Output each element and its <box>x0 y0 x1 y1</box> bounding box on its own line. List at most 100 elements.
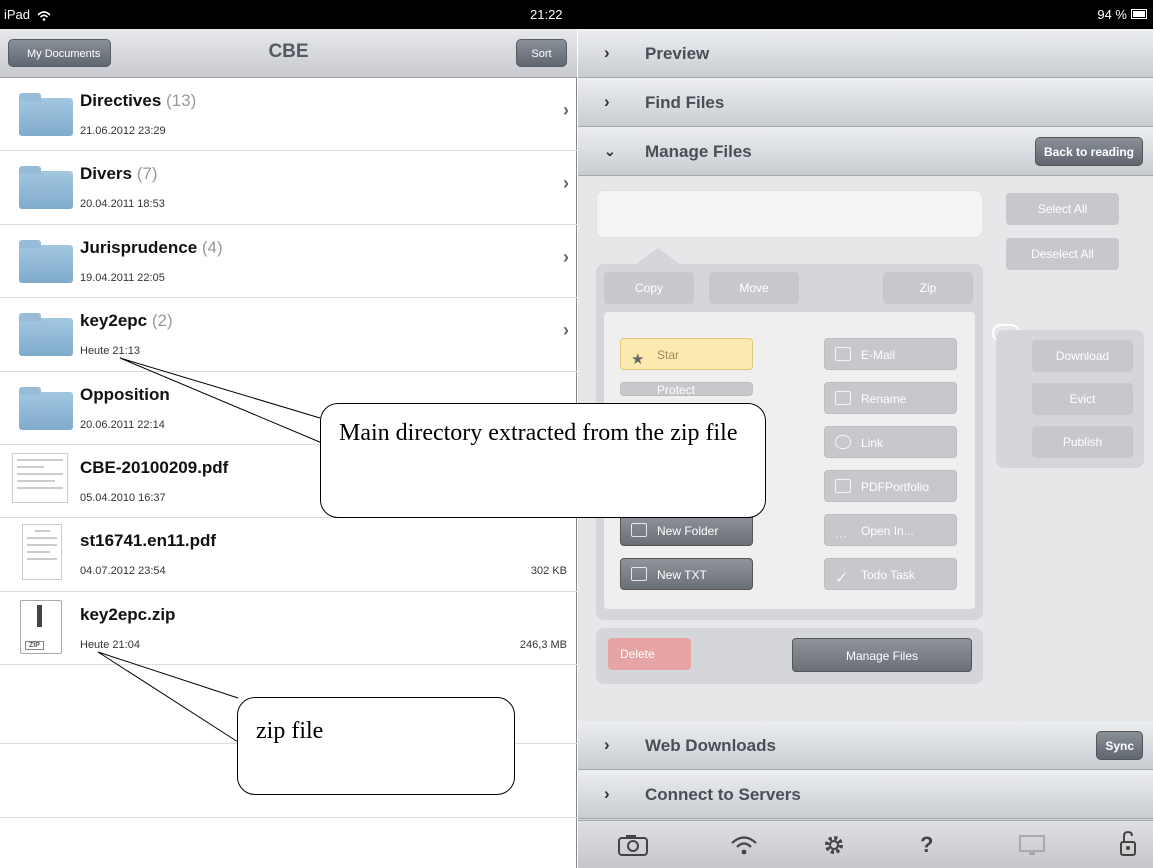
item-name: CBE-20100209.pdf <box>80 458 229 477</box>
item-date: 04.07.2012 23:54 <box>80 565 166 577</box>
section-label: Web Downloads <box>645 736 776 755</box>
rename-button[interactable]: Rename <box>824 382 957 414</box>
new-txt-button[interactable]: New TXT <box>620 558 753 590</box>
envelope-icon <box>835 347 851 361</box>
manage-files-button[interactable]: Manage Files <box>792 638 972 672</box>
annotation-main-directory: Main directory extracted from the zip fi… <box>320 403 766 518</box>
item-name: key2epc.zip <box>80 605 176 624</box>
checkmark-icon: ✓ <box>835 570 849 587</box>
list-item[interactable]: Directives (13) 21.06.2012 23:29 › <box>0 78 577 151</box>
protect-button[interactable]: Protect <box>620 382 753 396</box>
item-date: 21.06.2012 23:29 <box>80 125 166 137</box>
item-name: Opposition <box>80 385 170 404</box>
item-date: Heute 21:04 <box>80 639 140 651</box>
rename-icon <box>835 391 851 405</box>
portfolio-icon <box>835 479 851 493</box>
cloud-actions-panel: Download Evict Publish <box>996 330 1144 468</box>
section-web-downloads[interactable]: › Web Downloads Sync <box>578 721 1153 770</box>
move-button[interactable]: Move <box>709 272 799 304</box>
help-icon[interactable]: ? <box>920 832 933 858</box>
sync-button[interactable]: Sync <box>1096 731 1143 760</box>
chevron-right-icon: › <box>604 735 610 754</box>
section-label: Connect to Servers <box>645 785 801 804</box>
wifi-status-icon <box>37 10 51 21</box>
gear-icon[interactable] <box>822 833 846 857</box>
battery-icon <box>1131 9 1147 19</box>
folder-icon <box>19 387 73 430</box>
pdf-thumbnail-icon <box>22 524 62 580</box>
section-manage-files[interactable]: ⌄ Manage Files Back to reading <box>578 127 1153 176</box>
item-date: 19.04.2011 22:05 <box>80 272 165 284</box>
link-button[interactable]: Link <box>824 426 957 458</box>
screen: iPad 21:22 94 % My Documents CBE Sort Di… <box>0 0 1153 868</box>
star-icon: ★ <box>631 351 645 368</box>
select-all-button[interactable]: Select All <box>1006 193 1119 225</box>
link-icon <box>835 435 851 449</box>
todo-task-button[interactable]: ✓ Todo Task <box>824 558 957 590</box>
folder-icon <box>19 313 73 356</box>
evict-button[interactable]: Evict <box>1032 383 1133 415</box>
item-name: key2epc (2) <box>80 311 173 330</box>
pdfportfolio-button[interactable]: PDFPortfolio <box>824 470 957 502</box>
list-item[interactable]: key2epc (2) Heute 21:13 › <box>0 298 577 372</box>
item-date: Heute 21:13 <box>80 345 140 357</box>
chevron-right-icon: › <box>563 173 569 193</box>
section-connect-servers[interactable]: › Connect to Servers <box>578 770 1153 819</box>
item-name: Directives (13) <box>80 91 197 110</box>
status-bar: iPad 21:22 94 % <box>0 0 1153 29</box>
list-item[interactable]: ZIP key2epc.zip Heute 21:04 246,3 MB <box>0 592 577 665</box>
list-item[interactable]: Jurisprudence (4) 19.04.2011 22:05 › <box>0 225 577 298</box>
deselect-all-button[interactable]: Deselect All <box>1006 238 1119 270</box>
monitor-icon[interactable] <box>1018 835 1046 857</box>
new-folder-button[interactable]: New Folder <box>620 514 753 546</box>
manage-bottom-panel: Delete Manage Files <box>596 628 983 684</box>
back-button[interactable]: My Documents <box>8 39 112 67</box>
item-size: 246,3 MB <box>519 639 567 651</box>
item-date: 20.06.2011 22:14 <box>80 419 165 431</box>
divider <box>0 817 577 818</box>
popover-arrow <box>636 248 680 264</box>
chevron-down-icon: ⌄ <box>604 143 616 159</box>
section-find-files[interactable]: › Find Files <box>578 78 1153 127</box>
item-name: st16741.en11.pdf <box>80 531 217 550</box>
open-in-button[interactable]: ··· Open In... <box>824 514 957 546</box>
bottom-toolbar: ? <box>578 820 1153 868</box>
selection-field[interactable] <box>596 190 983 238</box>
folder-icon <box>19 93 73 136</box>
chevron-right-icon: › <box>563 320 569 340</box>
zip-button[interactable]: Zip <box>883 272 973 304</box>
folder-icon <box>19 166 73 209</box>
sort-button[interactable]: Sort <box>516 39 567 67</box>
delete-button[interactable]: Delete <box>608 638 691 670</box>
list-item[interactable]: Divers (7) 20.04.2011 18:53 › <box>0 151 577 225</box>
wifi-icon[interactable] <box>730 834 758 856</box>
download-button[interactable]: Download <box>1032 340 1133 372</box>
zip-file-icon: ZIP <box>20 600 62 654</box>
lock-icon[interactable] <box>1119 830 1137 858</box>
section-label: Manage Files <box>645 142 752 161</box>
chevron-right-icon: › <box>563 247 569 267</box>
device-label: iPad <box>4 7 51 22</box>
item-date: 05.04.2010 16:37 <box>80 492 166 504</box>
clock: 21:22 <box>530 7 563 22</box>
item-name: Divers (7) <box>80 164 158 183</box>
folder-icon <box>19 240 73 283</box>
section-preview[interactable]: › Preview <box>578 29 1153 78</box>
copy-button[interactable]: Copy <box>604 272 694 304</box>
list-item[interactable]: st16741.en11.pdf 04.07.2012 23:54 302 KB <box>0 518 577 592</box>
item-name: Jurisprudence (4) <box>80 238 223 257</box>
section-label: Find Files <box>645 93 725 112</box>
chevron-right-icon: › <box>604 92 610 111</box>
back-to-reading-button[interactable]: Back to reading <box>1034 137 1143 166</box>
item-date: 20.04.2011 18:53 <box>80 198 165 210</box>
chevron-right-icon: › <box>563 100 569 120</box>
section-label: Preview <box>645 44 710 63</box>
camera-icon[interactable] <box>618 834 648 856</box>
new-folder-icon <box>631 523 647 537</box>
publish-button[interactable]: Publish <box>1032 426 1133 458</box>
star-button[interactable]: ★ Star <box>620 338 753 370</box>
email-button[interactable]: E-Mail <box>824 338 957 370</box>
more-icon: ··· <box>835 529 847 543</box>
item-size: 302 KB <box>530 565 567 577</box>
chevron-right-icon: › <box>604 784 610 803</box>
